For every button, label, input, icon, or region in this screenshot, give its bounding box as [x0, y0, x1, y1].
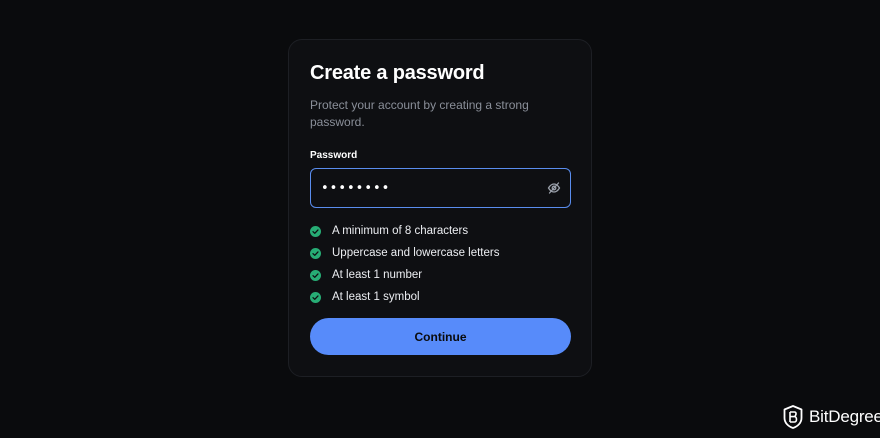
password-label: Password: [310, 150, 358, 161]
requirement-label: At least 1 number: [332, 269, 423, 281]
requirement-item: Uppercase and lowercase letters: [310, 242, 499, 264]
password-requirements-list: A minimum of 8 characters Uppercase and …: [310, 220, 499, 308]
bitdegree-watermark: BitDegree: [783, 405, 880, 429]
requirement-label: A minimum of 8 characters: [332, 225, 469, 237]
password-field-container: [310, 168, 571, 208]
check-circle-icon: [310, 291, 321, 303]
check-circle-icon: [310, 225, 321, 237]
requirement-label: Uppercase and lowercase letters: [332, 247, 500, 259]
page-title: Create a password: [310, 62, 485, 84]
page: Create a password Protect your account b…: [0, 0, 880, 438]
page-subtitle: Protect your account by creating a stron…: [310, 98, 529, 129]
password-input[interactable]: [311, 169, 536, 207]
brand-name: BitDegree: [809, 407, 880, 426]
requirement-item: A minimum of 8 characters: [310, 220, 499, 242]
requirement-label: At least 1 symbol: [332, 291, 420, 303]
requirement-item: At least 1 symbol: [310, 286, 499, 308]
password-card: Create a password Protect your account b…: [288, 39, 592, 377]
continue-button[interactable]: Continue: [310, 318, 571, 355]
check-circle-icon: [310, 269, 321, 281]
check-circle-icon: [310, 247, 321, 259]
eye-off-icon[interactable]: [546, 180, 562, 196]
requirement-item: At least 1 number: [310, 264, 499, 286]
bitdegree-logo-icon: [783, 405, 803, 429]
